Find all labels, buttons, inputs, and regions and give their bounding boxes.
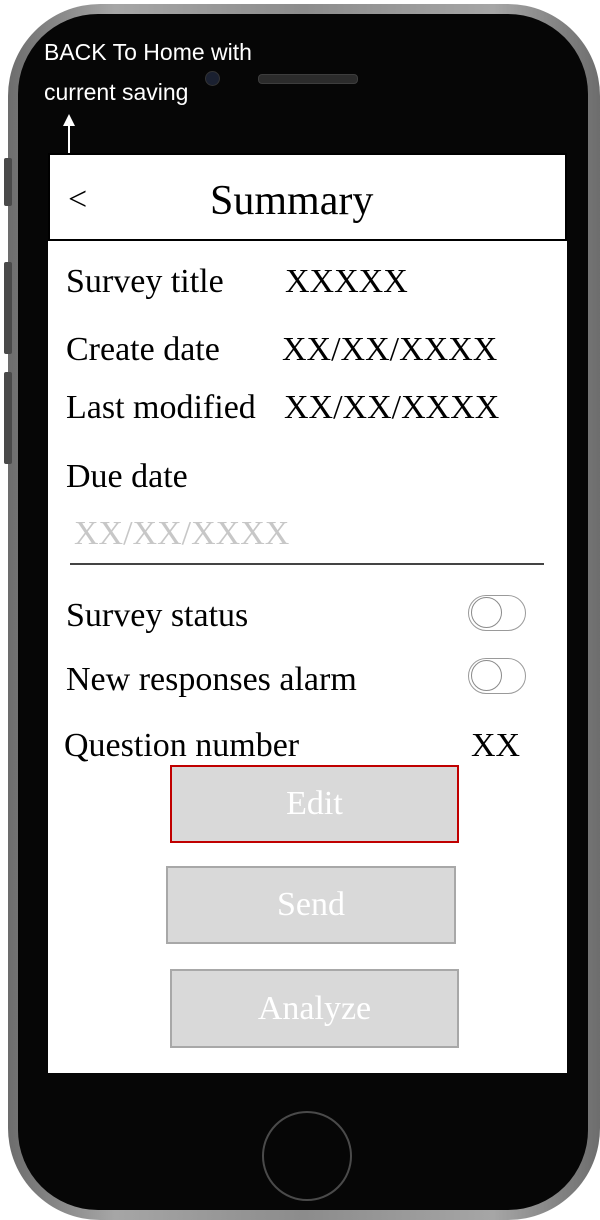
new-responses-alarm-label: New responses alarm [66, 661, 357, 698]
survey-status-label: Survey status [66, 597, 249, 634]
volume-down-button [4, 372, 12, 464]
due-date-field[interactable]: XX/XX/XXXX [70, 511, 544, 565]
question-number-label: Question number [64, 727, 300, 764]
due-date-label: Due date [66, 458, 188, 495]
toggle-knob [471, 597, 502, 628]
toggle-knob [471, 660, 502, 691]
summary-screen: < Summary Survey title XXXXX Create date… [48, 153, 567, 1073]
create-date-label: Create date [66, 331, 220, 368]
question-number-value: XX [471, 727, 521, 764]
page-title: Summary [210, 178, 374, 224]
last-modified-label: Last modified [66, 389, 256, 426]
edit-button[interactable]: Edit [170, 765, 459, 843]
header-bar: < Summary [48, 153, 567, 241]
create-date-value: XX/XX/XXXX [282, 331, 498, 368]
last-modified-value: XX/XX/XXXX [284, 389, 500, 426]
due-date-value: XX/XX/XXXX [74, 515, 290, 552]
annotation-arrow [68, 124, 70, 154]
new-responses-alarm-toggle[interactable] [468, 658, 526, 694]
survey-title-value: XXXXX [285, 263, 408, 300]
back-annotation: BACK To Home with current saving [44, 39, 252, 105]
annotation-arrow-head [63, 114, 75, 126]
volume-up-button [4, 262, 12, 354]
send-button[interactable]: Send [166, 866, 456, 944]
home-button[interactable] [262, 1111, 352, 1201]
mute-switch [4, 158, 12, 206]
survey-title-label: Survey title [66, 263, 224, 300]
survey-status-toggle[interactable] [468, 595, 526, 631]
analyze-button[interactable]: Analyze [170, 969, 459, 1048]
back-icon[interactable]: < [68, 181, 87, 219]
